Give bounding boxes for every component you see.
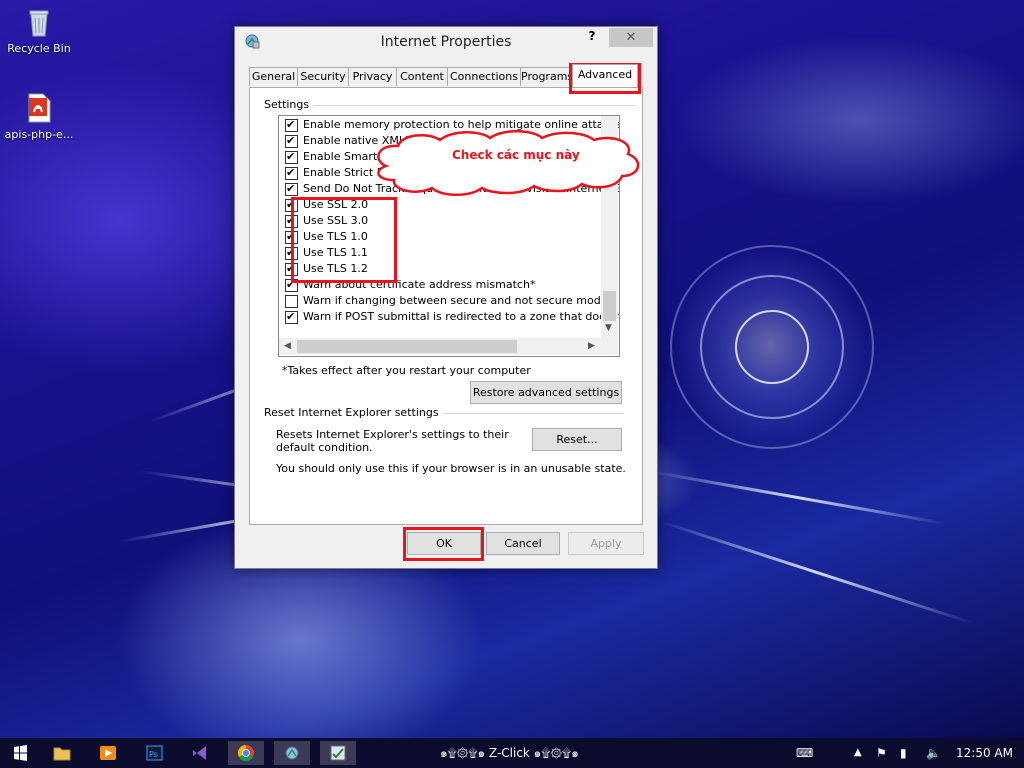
recycle-bin-desktop-icon[interactable]: Recycle Bin <box>1 6 77 55</box>
setting-checkbox[interactable] <box>285 229 298 245</box>
photoshop-taskbar-button[interactable]: Ps <box>136 741 172 765</box>
tab-security[interactable]: Security <box>297 67 349 86</box>
setting-item[interactable]: Warn if POST submittal is redirected to … <box>285 309 620 325</box>
media-player-taskbar-button[interactable] <box>90 741 126 765</box>
apply-button[interactable]: Apply <box>568 532 644 555</box>
visual-studio-taskbar-button[interactable] <box>182 741 218 765</box>
setting-item[interactable]: Warn if changing between secure and not … <box>285 293 608 309</box>
action-center-flag-icon[interactable]: ⚑ <box>876 738 887 768</box>
scroll-thumb[interactable] <box>297 340 517 353</box>
reset-description: Resets Internet Explorer's settings to t… <box>276 428 509 454</box>
tab-content[interactable]: Content <box>396 67 448 86</box>
pdf-file-icon <box>23 92 55 124</box>
setting-label: Use TLS 1.0 <box>303 230 368 243</box>
scroll-left-arrow-icon[interactable]: ◀ <box>284 341 291 351</box>
setting-item[interactable]: Use TLS 1.1 <box>285 245 368 261</box>
setting-checkbox[interactable] <box>285 149 298 165</box>
internet-options-icon <box>330 745 346 761</box>
setting-checkbox[interactable] <box>285 295 298 308</box>
wallpaper-streak <box>659 520 975 625</box>
media-player-icon <box>100 746 116 760</box>
scroll-right-arrow-icon[interactable]: ▶ <box>588 341 595 351</box>
pdf-file-desktop-icon[interactable]: apis-php-e... <box>1 92 77 141</box>
scroll-thumb[interactable] <box>603 291 616 321</box>
setting-checkbox[interactable] <box>285 261 298 277</box>
setting-item[interactable]: Use TLS 1.0 <box>285 229 368 245</box>
chrome-taskbar-button[interactable] <box>228 741 264 765</box>
volume-icon[interactable]: 🔈 <box>926 738 941 768</box>
reset-warning: You should only use this if your browser… <box>276 462 626 475</box>
start-button[interactable] <box>2 741 38 765</box>
restore-advanced-settings-button[interactable]: Restore advanced settings <box>470 381 622 404</box>
setting-label: Warn about certificate address mismatch* <box>303 278 536 291</box>
restart-note: *Takes effect after you restart your com… <box>282 364 531 377</box>
setting-checkbox[interactable] <box>285 197 298 213</box>
windows-logo-icon <box>14 745 27 761</box>
desktop-icon-label: apis-php-e... <box>4 128 74 141</box>
taskbar-toolbar-label[interactable]: ๑۩۞۩๑ Z-Click ๑۩۞۩๑ <box>440 738 579 768</box>
setting-checkbox[interactable] <box>285 165 298 181</box>
setting-checkbox[interactable] <box>285 213 298 229</box>
close-icon: ✕ <box>625 30 637 45</box>
file-explorer-taskbar-button[interactable] <box>44 741 80 765</box>
horizontal-scrollbar[interactable]: ◀ ▶ <box>279 338 618 355</box>
setting-checkbox[interactable] <box>285 309 298 325</box>
internet-properties-dialog: Internet Properties ? ✕ General Security… <box>234 26 658 569</box>
setting-label: Warn if POST submittal is redirected to … <box>303 310 620 323</box>
annotation-callout-text: Check các mục này <box>452 148 580 162</box>
wallpaper-streak <box>649 470 946 526</box>
reset-button[interactable]: Reset... <box>532 428 622 451</box>
folder-icon <box>53 747 71 761</box>
setting-checkbox[interactable] <box>285 245 298 261</box>
setting-label: Warn if changing between secure and not … <box>303 294 608 307</box>
setting-label: Use SSL 2.0 <box>303 198 369 211</box>
help-button[interactable]: ? <box>581 29 603 47</box>
tab-advanced[interactable]: Advanced <box>572 64 638 87</box>
recycle-bin-icon <box>23 6 55 38</box>
power-battery-icon[interactable]: ▮ <box>900 738 907 768</box>
scroll-down-arrow-icon[interactable]: ▼ <box>605 323 612 333</box>
setting-label: Use SSL 3.0 <box>303 214 369 227</box>
photoshop-icon: Ps <box>146 745 163 761</box>
close-button[interactable]: ✕ <box>609 28 653 47</box>
internet-properties-taskbar-button[interactable] <box>320 741 356 765</box>
annotation-callout: Check các mục này <box>368 130 644 200</box>
cloud-callout-shape <box>377 130 640 196</box>
reset-group-title: Reset Internet Explorer settings <box>264 406 443 419</box>
setting-item[interactable]: Use SSL 3.0 <box>285 213 369 229</box>
chrome-icon <box>237 744 254 762</box>
cancel-button[interactable]: Cancel <box>486 532 560 555</box>
clock[interactable]: 12:50 AM <box>956 738 1013 768</box>
control-panel-taskbar-button[interactable] <box>274 741 310 765</box>
tab-privacy[interactable]: Privacy <box>348 67 397 86</box>
svg-text:Ps: Ps <box>149 750 158 759</box>
setting-item[interactable]: Warn about certificate address mismatch* <box>285 277 536 293</box>
setting-item[interactable]: Use SSL 2.0 <box>285 197 369 213</box>
setting-label: Use TLS 1.2 <box>303 262 368 275</box>
taskbar: Ps ๑۩۞۩๑ Z-Click ๑۩۞۩๑ ⌨ ▲ ⚑ ▮ 🔈 12:50 A… <box>0 738 1024 768</box>
show-hidden-icons-icon[interactable]: ▲ <box>854 738 862 768</box>
setting-checkbox[interactable] <box>285 133 298 149</box>
wallpaper-ring <box>735 310 809 384</box>
divider <box>426 413 624 414</box>
setting-checkbox[interactable] <box>285 181 298 197</box>
keyboard-icon[interactable]: ⌨ <box>796 738 813 768</box>
visual-studio-icon <box>193 746 206 760</box>
setting-checkbox[interactable] <box>285 277 298 293</box>
tab-general[interactable]: General <box>249 67 298 86</box>
tab-connections[interactable]: Connections <box>447 67 521 86</box>
control-panel-icon <box>285 746 299 760</box>
setting-checkbox[interactable] <box>285 117 298 133</box>
ok-button[interactable]: OK <box>407 532 481 555</box>
setting-item[interactable]: Use TLS 1.2 <box>285 261 368 277</box>
settings-group-title: Settings <box>264 98 314 111</box>
desktop-icon-label: Recycle Bin <box>7 42 71 55</box>
divider <box>310 105 636 106</box>
tab-programs[interactable]: Programs <box>520 67 574 86</box>
setting-label: Use TLS 1.1 <box>303 246 368 259</box>
dialog-titlebar[interactable]: Internet Properties ? ✕ <box>235 27 657 57</box>
